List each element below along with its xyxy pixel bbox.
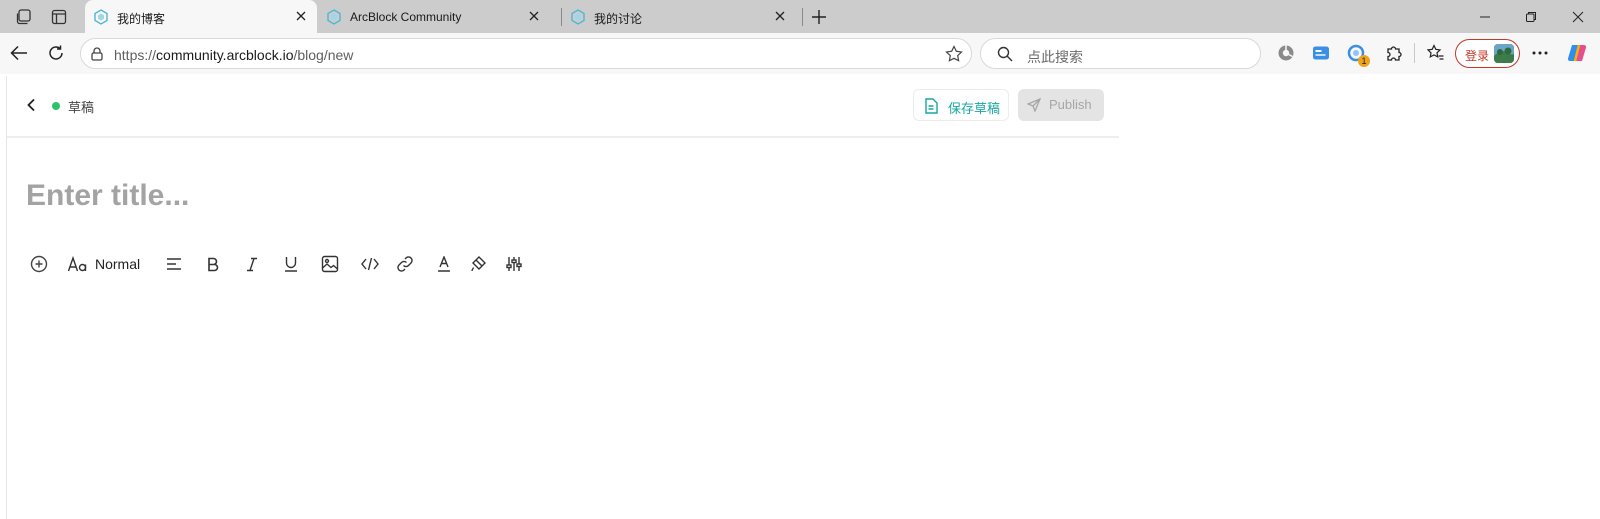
text-color-icon[interactable]	[432, 252, 456, 276]
send-icon	[1026, 97, 1042, 117]
reload-icon[interactable]	[42, 39, 70, 67]
settings-sliders-icon[interactable]	[502, 252, 526, 276]
document-icon	[924, 98, 938, 119]
code-icon[interactable]	[358, 252, 382, 276]
link-icon[interactable]	[393, 252, 417, 276]
workspaces-icon[interactable]	[10, 4, 38, 30]
star-icon[interactable]	[945, 45, 963, 68]
close-icon[interactable]	[293, 8, 309, 24]
url-host: community.arcblock.io	[156, 47, 294, 63]
title-input[interactable]	[26, 176, 1106, 216]
arcblock-favicon-icon	[326, 9, 342, 28]
italic-icon[interactable]	[240, 252, 264, 276]
save-draft-label: 保存草稿	[948, 101, 1001, 116]
vertical-tabs-icon[interactable]	[45, 4, 73, 30]
tab-arcblock-community[interactable]: ArcBlock Community	[318, 0, 550, 33]
bold-icon[interactable]	[201, 252, 225, 276]
highlight-icon[interactable]	[467, 252, 491, 276]
search-icon	[997, 46, 1013, 67]
arcblock-favicon-icon	[570, 9, 586, 28]
url-text: https://community.arcblock.io/blog/new	[114, 47, 353, 63]
extension-card-icon[interactable]	[1307, 39, 1335, 67]
login-label: 登录	[1465, 49, 1490, 63]
url-path: /blog/new	[293, 47, 354, 63]
insert-plus-icon[interactable]	[27, 252, 51, 276]
new-tab-icon[interactable]	[805, 4, 833, 30]
site-info-icon[interactable]	[89, 46, 105, 67]
search-placeholder: 点此搜索	[1027, 49, 1083, 65]
extension-badge: 1	[1358, 55, 1370, 67]
window-close-icon[interactable]	[1563, 4, 1593, 30]
text-style-icon[interactable]	[66, 252, 90, 276]
more-icon[interactable]	[1526, 39, 1554, 67]
extension-gray-icon[interactable]	[1272, 39, 1300, 67]
back-arrow-icon[interactable]	[5, 39, 33, 67]
tab-strip: 我的博客 ArcBlock Community 我的讨论	[0, 0, 1600, 33]
tab-title: 我的博客	[117, 12, 166, 26]
restore-icon[interactable]	[1516, 4, 1546, 30]
publish-label: Publish	[1049, 97, 1092, 112]
status-dot	[52, 102, 60, 110]
tab-title: 我的讨论	[594, 12, 643, 26]
tab-my-blog[interactable]: 我的博客	[85, 0, 317, 33]
save-draft-button[interactable]: 保存草稿	[913, 89, 1009, 121]
image-icon[interactable]	[318, 252, 342, 276]
search-box[interactable]: 点此搜索	[980, 38, 1261, 69]
browser-toolbar: https://community.arcblock.io/blog/new 点…	[0, 33, 1600, 74]
underline-icon[interactable]	[279, 252, 303, 276]
extensions-puzzle-icon[interactable]	[1380, 39, 1408, 67]
url-scheme: https://	[114, 47, 157, 63]
arcblock-favicon-icon	[93, 9, 109, 28]
close-icon[interactable]	[526, 8, 542, 24]
address-bar[interactable]: https://community.arcblock.io/blog/new	[80, 38, 972, 69]
format-select[interactable]: Normal	[95, 256, 140, 272]
tab-my-discussions[interactable]: 我的讨论	[562, 0, 794, 33]
copilot-icon[interactable]	[1563, 39, 1591, 67]
close-icon[interactable]	[772, 8, 788, 24]
publish-button[interactable]: Publish	[1018, 89, 1104, 121]
login-button[interactable]: 登录	[1455, 39, 1520, 68]
tab-title: ArcBlock Community	[350, 10, 462, 24]
toolbar-separator	[1414, 43, 1415, 63]
minimize-icon[interactable]	[1470, 4, 1500, 30]
tab-separator	[802, 8, 803, 26]
back-chevron-icon[interactable]	[21, 95, 41, 115]
editor-header: 草稿 保存草稿 Publish	[7, 76, 1119, 138]
favorites-icon[interactable]	[1422, 39, 1450, 67]
format-toolbar: Normal	[7, 248, 607, 280]
draft-status-label: 草稿	[68, 100, 95, 115]
blog-editor-page: 草稿 保存草稿 Publish Normal	[6, 76, 1600, 519]
align-left-icon[interactable]	[162, 252, 186, 276]
avatar	[1494, 44, 1514, 63]
